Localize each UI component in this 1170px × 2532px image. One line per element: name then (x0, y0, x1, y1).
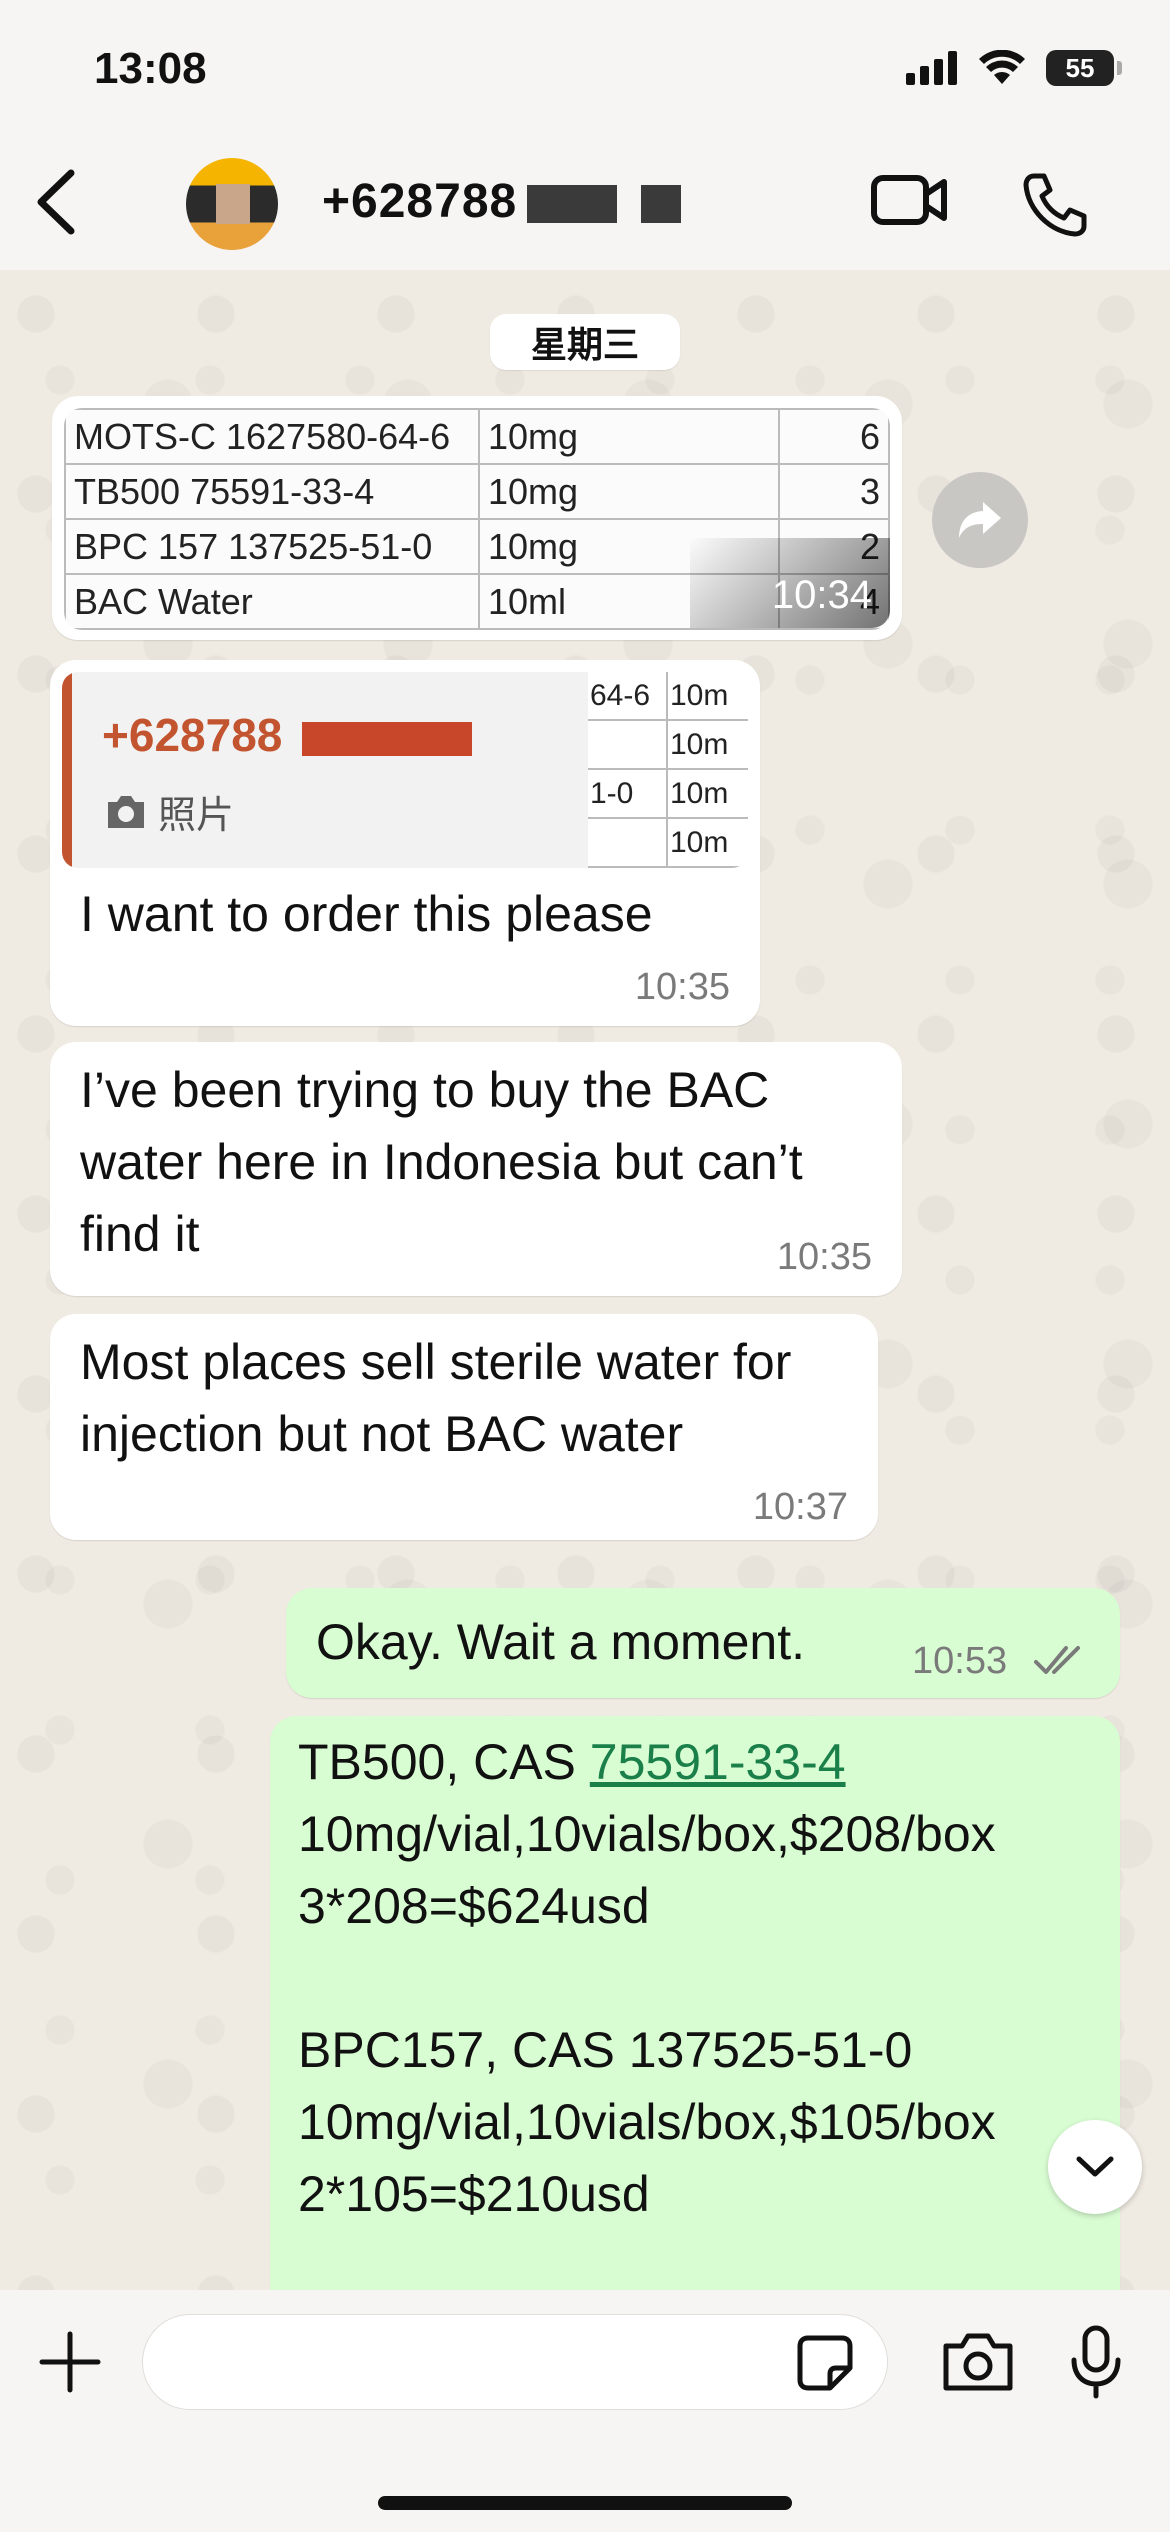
table-cell: 10mg (478, 463, 780, 520)
microphone-button[interactable] (1068, 2324, 1124, 2400)
chevron-left-icon (37, 169, 75, 235)
contact-name[interactable]: +628788 (322, 174, 682, 229)
message-time: 10:53 (912, 1640, 1008, 1682)
message-text: TB500, CAS 75591-33-4 10mg/vial,10vials/… (298, 1726, 1118, 2230)
chat-header: +628788 (0, 140, 1170, 270)
date-separator: 星期三 (490, 314, 680, 370)
microphone-icon (1071, 2325, 1121, 2399)
thumb-row: 64-6 10m (588, 672, 748, 721)
redaction-block (302, 721, 473, 756)
thumb-row: 1-0 10m (588, 770, 748, 819)
message-line: 3*208=$624usd (298, 1878, 650, 1934)
chevron-down-icon (1076, 2156, 1114, 2177)
wifi-icon (979, 50, 1025, 84)
forward-button[interactable] (932, 472, 1028, 568)
message-time: 10:37 (752, 1486, 848, 1528)
sticker-button[interactable] (796, 2334, 854, 2392)
message-text: I want to order this please (80, 886, 653, 942)
signal-icon (906, 51, 957, 85)
redaction-block (527, 185, 618, 224)
thumb-cell: 1-0 (588, 770, 668, 817)
table-cell: 6 (778, 408, 890, 465)
incoming-message[interactable]: I’ve been trying to buy the BAC water he… (50, 1042, 902, 1296)
battery-icon: 55 (1046, 50, 1122, 86)
camera-button[interactable] (940, 2330, 1016, 2394)
avatar[interactable] (186, 158, 278, 250)
table-cell: 3 (778, 463, 890, 520)
forward-arrow-icon (959, 502, 1001, 538)
sticker-icon (797, 2335, 853, 2391)
thumb-cell: 10m (670, 679, 729, 712)
attach-button[interactable] (36, 2328, 104, 2396)
table-row: MOTS-C 1627580-64-6 10mg 6 (64, 408, 890, 465)
message-time: 10:35 (776, 1236, 872, 1278)
message-text: I’ve been trying to buy the BAC water he… (80, 1062, 803, 1262)
message-input[interactable] (142, 2314, 888, 2410)
camera-icon (943, 2333, 1013, 2391)
video-call-button[interactable] (870, 170, 950, 240)
status-icons: 55 (906, 50, 1122, 86)
message-time: 10:35 (634, 966, 730, 1008)
message-line-text: TB500, CAS (298, 1734, 590, 1790)
home-indicator (378, 2496, 792, 2510)
message-time: 10:34 (771, 573, 872, 617)
voice-call-button[interactable] (1020, 170, 1100, 240)
thumb-cell: 10m (670, 777, 729, 810)
table-row: TB500 75591-33-4 10mg 3 (64, 463, 890, 520)
thumb-cell (588, 819, 668, 866)
scroll-to-bottom-button[interactable] (1048, 2120, 1142, 2214)
table-cell: TB500 75591-33-4 (64, 463, 480, 520)
table-cell: BAC Water (64, 573, 480, 630)
quoted-media-text: 照片 (158, 795, 235, 837)
thumb-row: 10m (588, 819, 748, 868)
quoted-media-label: 照片 (104, 784, 234, 839)
outgoing-message[interactable]: TB500, CAS 75591-33-4 10mg/vial,10vials/… (270, 1716, 1120, 2316)
read-receipt-icon (1034, 1646, 1080, 1674)
quoted-message[interactable]: +628788 照片 64-6 10m 10m 1-0 10m 10m (62, 672, 748, 868)
video-camera-icon (871, 175, 947, 225)
message-line: TB500, CAS 75591-33-4 (298, 1726, 1118, 1798)
back-button[interactable] (20, 162, 90, 242)
quote-accent-bar (62, 672, 72, 868)
message-text: Okay. Wait a moment. (316, 1614, 806, 1670)
table-cell: BPC 157 137525-51-0 (64, 518, 480, 575)
quoted-sender: +628788 (102, 708, 473, 762)
message-text: Most places sell sterile water for injec… (80, 1334, 792, 1462)
cas-link[interactable]: 75591-33-4 (590, 1734, 846, 1790)
status-bar: 13:08 55 (0, 0, 1170, 140)
reply-message[interactable]: +628788 照片 64-6 10m 10m 1-0 10m 10m I want… (50, 660, 760, 1026)
thumb-row: 10m (588, 721, 748, 770)
phone-icon (1023, 173, 1087, 237)
thumb-cell: 10m (670, 826, 729, 859)
incoming-message[interactable]: Most places sell sterile water for injec… (50, 1314, 878, 1540)
quoted-image-thumbnail: 64-6 10m 10m 1-0 10m 10m (588, 672, 748, 868)
message-line: 2*105=$210usd (298, 2166, 650, 2222)
message-line: 10mg/vial,10vials/box,$208/box (298, 1806, 996, 1862)
contact-name-text: +628788 (322, 175, 518, 228)
thumb-cell (588, 721, 668, 768)
thumb-cell: 10m (670, 728, 729, 761)
image-message[interactable]: MOTS-C 1627580-64-6 10mg 6 TB500 75591-3… (52, 396, 902, 640)
table-cell: MOTS-C 1627580-64-6 (64, 408, 480, 465)
plus-icon (39, 2331, 101, 2393)
table-cell: 10mg (478, 408, 780, 465)
message-line: 10mg/vial,10vials/box,$105/box (298, 2094, 996, 2150)
quoted-sender-text: +628788 (102, 709, 283, 761)
thumb-cell: 64-6 (588, 672, 668, 719)
avatar-image (216, 184, 250, 224)
outgoing-message[interactable]: Okay. Wait a moment. 10:53 (286, 1588, 1120, 1698)
redaction-block (641, 185, 682, 224)
camera-icon (108, 795, 144, 828)
status-time: 13:08 (94, 44, 207, 93)
message-line: BPC157, CAS 137525-51-0 (298, 2022, 913, 2078)
